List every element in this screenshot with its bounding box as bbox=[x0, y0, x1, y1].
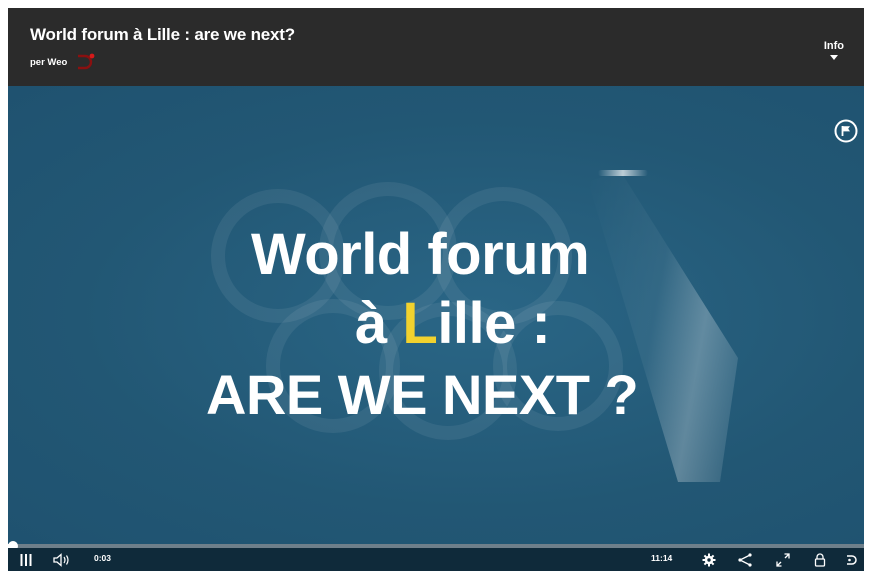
byline-text: per Weo bbox=[30, 56, 68, 68]
headline-line-2: à Lille : bbox=[355, 290, 551, 357]
weo-logo-icon[interactable] bbox=[75, 52, 97, 72]
weo-logo-small-icon[interactable] bbox=[844, 551, 860, 568]
video-frame[interactable]: World forum à Lille : ARE WE NEXT ? bbox=[8, 86, 864, 544]
player-header: World forum à Lille : are we next? per W… bbox=[8, 8, 864, 86]
muted-speaker-icon[interactable] bbox=[52, 551, 72, 568]
video-headline: World forum à Lille : ARE WE NEXT ? bbox=[8, 86, 864, 544]
video-player: World forum à Lille : are we next? per W… bbox=[8, 8, 864, 571]
headline-line-1: World forum bbox=[251, 222, 590, 287]
headline-line-2-suffix: ille : bbox=[437, 291, 551, 356]
headline-accent-letter: L bbox=[402, 291, 438, 356]
lock-icon[interactable] bbox=[812, 551, 828, 568]
info-label: Info bbox=[823, 40, 844, 52]
headline-line-3: ARE WE NEXT ? bbox=[206, 363, 639, 426]
pause-icon[interactable] bbox=[18, 551, 34, 568]
headline-line-2-prefix: à bbox=[355, 291, 403, 356]
byline: per Weo bbox=[30, 52, 97, 72]
info-menu-button[interactable]: Info bbox=[824, 40, 844, 60]
share-icon[interactable] bbox=[736, 551, 754, 568]
fullscreen-icon[interactable] bbox=[774, 551, 792, 568]
caret-down-icon bbox=[829, 55, 838, 60]
control-bar: 0:03 11:14 bbox=[8, 548, 864, 571]
flag-icon[interactable] bbox=[834, 119, 858, 143]
current-time: 0:03 bbox=[94, 553, 112, 563]
total-duration: 11:14 bbox=[651, 553, 673, 563]
video-title[interactable]: World forum à Lille : are we next? bbox=[30, 25, 295, 45]
gear-icon[interactable] bbox=[700, 551, 718, 568]
